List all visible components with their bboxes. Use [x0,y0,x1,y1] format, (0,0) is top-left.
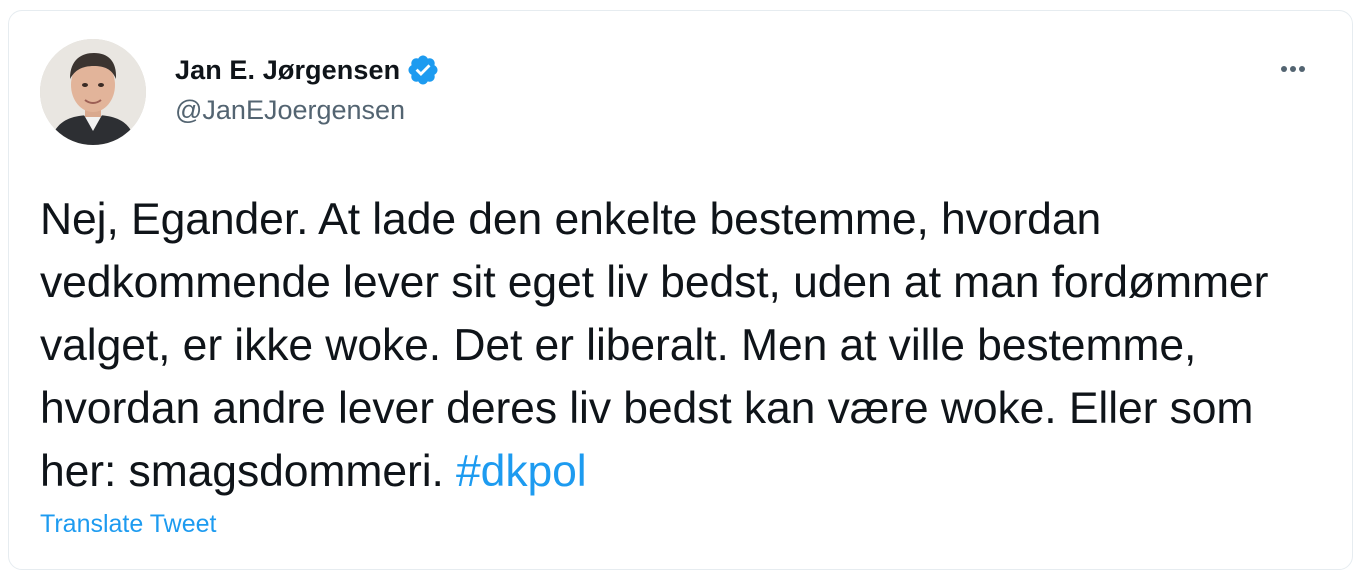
author-name-row[interactable]: Jan E. Jørgensen [175,52,440,88]
translate-tweet-link[interactable]: Translate Tweet [40,510,216,539]
verified-badge-icon [406,53,440,87]
author-handle[interactable]: @JanEJoergensen [175,95,405,126]
author-display-name[interactable]: Jan E. Jørgensen [175,55,400,86]
avatar[interactable] [40,39,146,145]
tweet-body-text: Nej, Egander. At lade den enkelte bestem… [40,195,1269,496]
more-options-icon [1281,66,1305,72]
more-options-button[interactable] [1272,54,1314,84]
tweet-text: Nej, Egander. At lade den enkelte bestem… [40,188,1340,503]
hashtag-link[interactable]: #dkpol [456,447,587,496]
